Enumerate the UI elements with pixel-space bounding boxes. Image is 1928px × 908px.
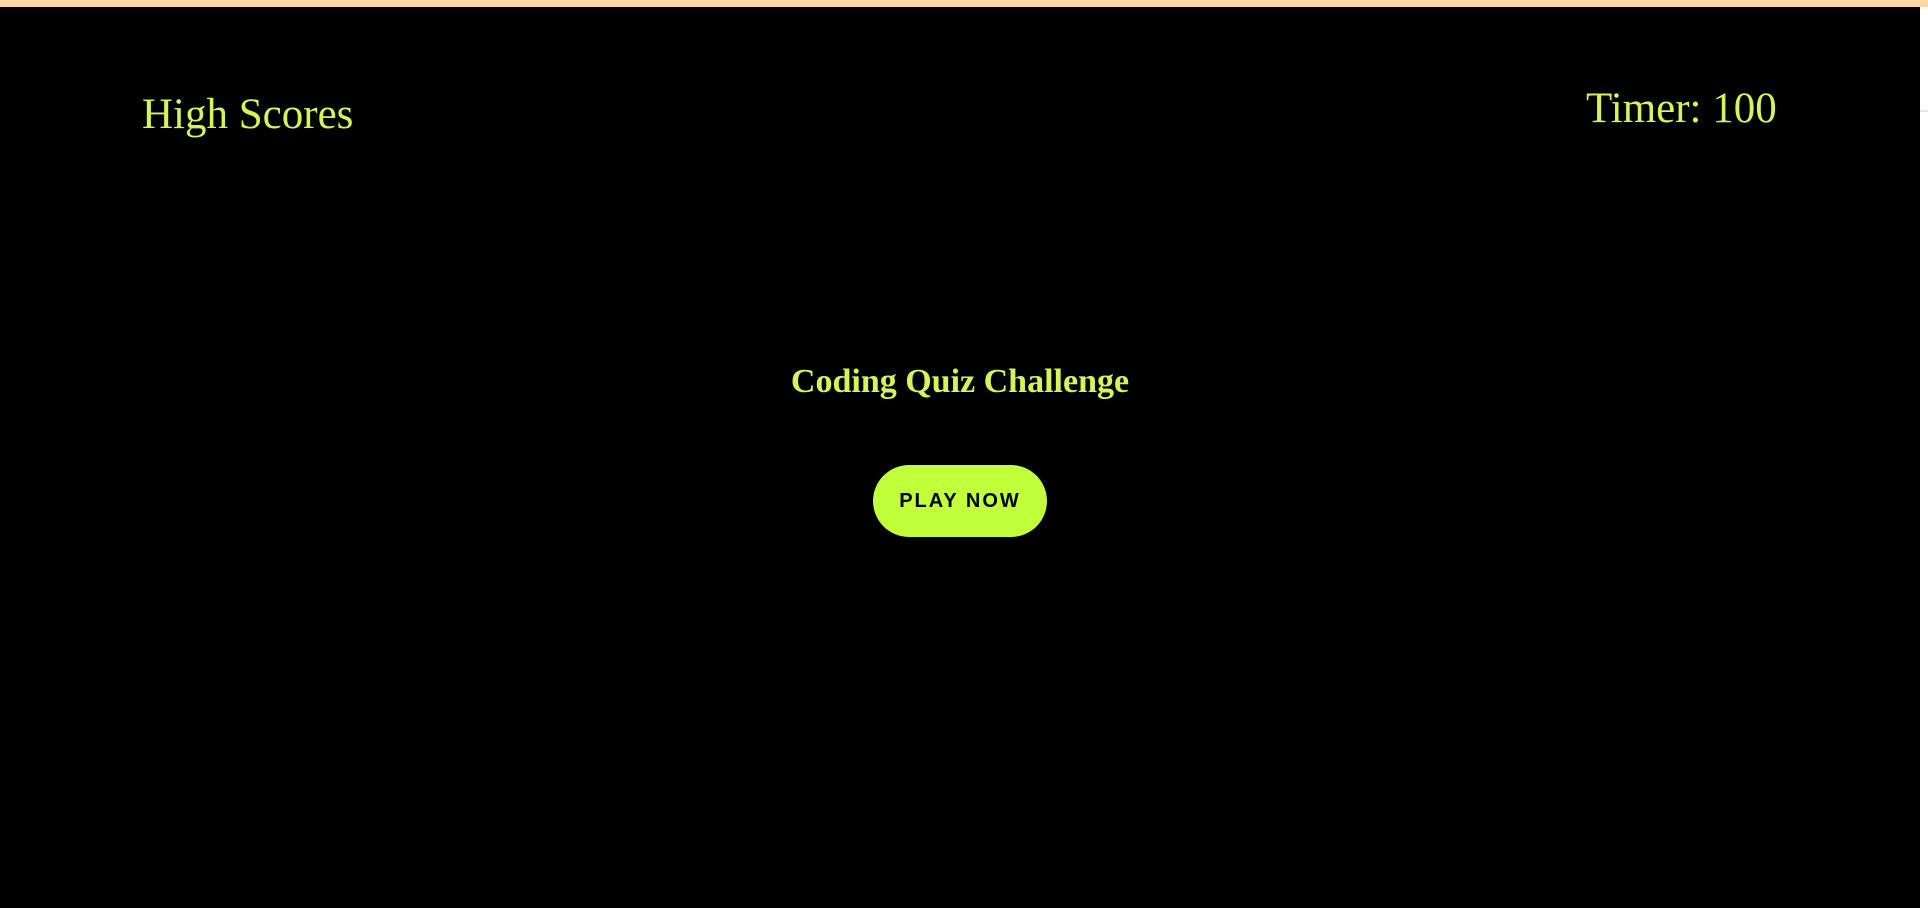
quiz-page: High Scores Timer: 100 Coding Quiz Chall… [0, 7, 1920, 908]
timer-display: Timer: 100 [1586, 85, 1777, 132]
page-title: Coding Quiz Challenge [790, 363, 1130, 400]
play-now-button[interactable]: PLAY NOW [873, 465, 1047, 537]
window-edge [1920, 7, 1928, 908]
high-scores-link[interactable]: High Scores [142, 91, 353, 138]
top-border [0, 0, 1928, 7]
window-edge-divider [1920, 110, 1928, 112]
